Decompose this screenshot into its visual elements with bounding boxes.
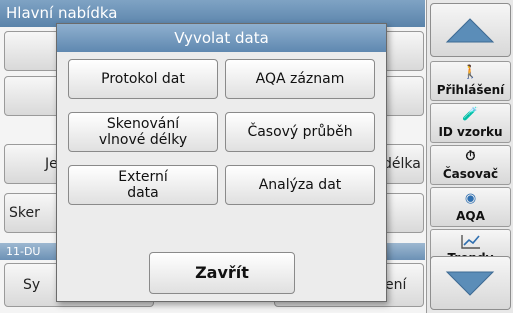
sidebar-item-label: ID vzorku <box>438 125 503 139</box>
timer-icon: ⏱ <box>465 149 476 164</box>
external-data-button[interactable]: Externí data <box>68 165 218 205</box>
sidebar-item-label: Přihlášení <box>436 83 505 97</box>
aqa-record-button[interactable]: AQA záznam <box>225 59 375 99</box>
time-course-button[interactable]: Časový průběh <box>225 112 375 152</box>
data-analysis-button[interactable]: Analýza dat <box>225 165 375 205</box>
sample-icon: 🧪 <box>462 107 479 122</box>
menu-tile-label: ení <box>385 277 407 293</box>
sidebar-item-login[interactable]: 🚶 Přihlášení <box>430 61 511 101</box>
close-button[interactable]: Zavřít <box>149 252 295 294</box>
user-icon: 🚶 <box>462 65 479 80</box>
protocol-data-button[interactable]: Protokol dat <box>68 59 218 99</box>
sidebar-item-sample-id[interactable]: 🧪 ID vzorku <box>430 103 511 143</box>
menu-tile-label: Sker <box>9 205 40 221</box>
sidebar-item-label: AQA <box>456 209 485 223</box>
scroll-down-button[interactable] <box>430 256 511 310</box>
sidebar-item-aqa[interactable]: ◉ AQA <box>430 187 511 227</box>
recall-data-dialog: Vyvolat data Protokol dat AQA záznam Ske… <box>56 23 387 302</box>
menu-tile-label: délka <box>383 156 421 172</box>
arrow-up-icon <box>445 18 495 43</box>
sidebar-item-label: Časovač <box>442 167 499 181</box>
menu-tile-label: Sy <box>23 277 41 293</box>
sidebar: 🚶 Přihlášení 🧪 ID vzorku ⏱ Časovač ◉ AQA… <box>426 0 513 313</box>
arrow-down-icon <box>445 271 495 296</box>
dialog-title: Vyvolat data <box>57 24 386 52</box>
scroll-up-button[interactable] <box>430 3 511 57</box>
sidebar-item-timer[interactable]: ⏱ Časovač <box>430 145 511 185</box>
screen: Hlavní nabídka Je délka Sker 11-DU Sy en… <box>0 0 513 313</box>
date-text: 11-DU <box>6 245 41 258</box>
aqa-icon: ◉ <box>464 191 477 206</box>
wavelength-scan-button[interactable]: Skenování vlnové délky <box>68 112 218 152</box>
trend-icon <box>431 232 510 250</box>
